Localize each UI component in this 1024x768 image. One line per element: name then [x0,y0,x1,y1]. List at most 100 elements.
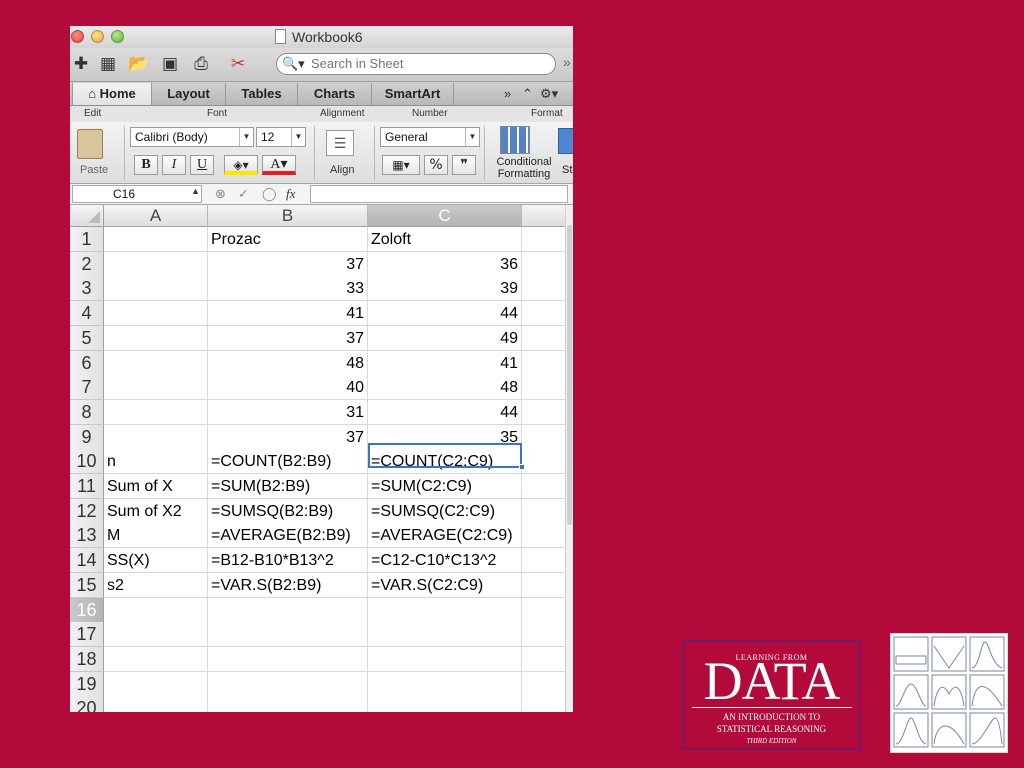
cell-c8[interactable]: 44 [368,399,522,425]
cell-b18[interactable] [208,646,368,672]
cell-c5[interactable]: 49 [368,325,522,351]
cell-a5[interactable] [104,325,208,351]
collapse-ribbon-icon[interactable]: ⌃ [522,86,533,102]
gear-icon[interactable]: ⚙▾ [540,86,558,102]
minimize-window-icon[interactable] [91,30,104,43]
styles-icon[interactable] [558,128,573,154]
cancel-entry-icon[interactable]: ⊗ [215,186,226,202]
cell-b4[interactable]: 41 [208,301,368,327]
cell-a14[interactable]: SS(X) [104,548,208,574]
percent-button[interactable]: % [424,155,448,175]
paste-button[interactable]: Paste [80,164,108,176]
row-header[interactable]: 2 [70,251,104,277]
cell-d8[interactable] [522,399,566,425]
cell-a8[interactable] [104,399,208,425]
cell-d5[interactable] [522,325,566,351]
cell-b12[interactable]: =SUMSQ(B2:B9) [208,498,368,524]
cell-b7[interactable]: 40 [208,375,368,401]
cell-b6[interactable]: 48 [208,350,368,376]
cell-d3[interactable] [522,276,566,302]
search-input[interactable] [311,56,541,71]
cell-d6[interactable] [522,350,566,376]
cell-c18[interactable] [368,646,522,672]
select-all-button[interactable] [70,205,104,227]
cell-c6[interactable]: 41 [368,350,522,376]
maximize-window-icon[interactable] [111,30,124,43]
cell-d1[interactable] [522,227,566,252]
cell-d17[interactable] [522,622,566,648]
cell-a9[interactable] [104,424,208,450]
cell-a17[interactable] [104,622,208,648]
cell-c13[interactable]: =AVERAGE(C2:C9) [368,523,522,549]
cell-a18[interactable] [104,646,208,672]
toolbar-overflow-icon[interactable]: » [563,54,571,70]
cell-d20[interactable] [522,696,566,712]
cell-b10[interactable]: =COUNT(B2:B9) [208,449,368,475]
cell-a2[interactable] [104,251,208,277]
cell-b8[interactable]: 31 [208,399,368,425]
cell-c11[interactable]: =SUM(C2:C9) [368,474,522,499]
row-header[interactable]: 13 [70,523,104,549]
cell-b2[interactable]: 37 [208,251,368,277]
cell-c16[interactable] [368,597,522,623]
row-header[interactable]: 9 [70,424,104,450]
font-size-dropdown[interactable]: 12 ▼ [256,127,306,147]
cell-a19[interactable] [104,671,208,697]
row-header[interactable]: 3 [70,276,104,302]
align-button[interactable]: Align [330,164,354,176]
gallery-icon[interactable]: ▦ [97,53,119,75]
search-icon[interactable]: 🔍▾ [282,56,305,72]
open-icon[interactable]: 📂 [128,53,150,75]
cell-b3[interactable]: 33 [208,276,368,302]
cell-a16[interactable] [104,597,208,623]
cell-a4[interactable] [104,301,208,327]
cell-b5[interactable]: 37 [208,325,368,351]
cell-c2[interactable]: 36 [368,251,522,277]
cell-d19[interactable] [522,671,566,697]
cell-a7[interactable] [104,375,208,401]
cell-c7[interactable]: 48 [368,375,522,401]
cell-d13[interactable] [522,523,566,549]
cell-b20[interactable] [208,696,368,712]
cell-d4[interactable] [522,301,566,327]
cell-d12[interactable] [522,498,566,524]
bold-button[interactable]: B [134,155,158,175]
cell-c15[interactable]: =VAR.S(C2:C9) [368,572,522,598]
cell-d11[interactable] [522,474,566,499]
font-color-button[interactable]: A▾ [262,155,296,175]
name-box[interactable]: C16 [72,185,202,203]
cell-b14[interactable]: =B12-B10*B13^2 [208,548,368,574]
number-format-dropdown[interactable]: General ▼ [380,127,480,147]
cell-a6[interactable] [104,350,208,376]
cell-d9[interactable] [522,424,566,450]
conditional-formatting-icon[interactable] [500,126,530,154]
styles-button[interactable]: St [562,164,572,176]
column-header-d[interactable] [522,205,566,227]
tab-charts[interactable]: Charts [298,83,372,105]
cell-c4[interactable]: 44 [368,301,522,327]
cell-d7[interactable] [522,375,566,401]
cell-a3[interactable] [104,276,208,302]
cell-b9[interactable]: 37 [208,424,368,450]
row-header[interactable]: 10 [70,449,104,475]
italic-button[interactable]: I [162,155,186,175]
cell-d18[interactable] [522,646,566,672]
row-header[interactable]: 7 [70,375,104,401]
row-header[interactable]: 8 [70,399,104,425]
row-header[interactable]: 19 [70,671,104,697]
cell-d2[interactable] [522,251,566,277]
active-cell-selection[interactable] [368,443,522,468]
cell-a10[interactable]: n [104,449,208,475]
row-header[interactable]: 11 [70,474,104,499]
cell-a12[interactable]: Sum of X2 [104,498,208,524]
cell-c12[interactable]: =SUMSQ(C2:C9) [368,498,522,524]
cell-c3[interactable]: 39 [368,276,522,302]
cell-c20[interactable] [368,696,522,712]
cell-a11[interactable]: Sum of X [104,474,208,499]
row-header[interactable]: 6 [70,350,104,376]
name-box-stepper-icon[interactable]: ▲ [191,186,200,196]
vertical-scrollbar[interactable] [565,205,573,712]
cell-b1[interactable]: Prozac [208,227,368,252]
fill-color-button[interactable]: ◈▾ [224,155,258,175]
row-header[interactable]: 16 [70,597,104,623]
